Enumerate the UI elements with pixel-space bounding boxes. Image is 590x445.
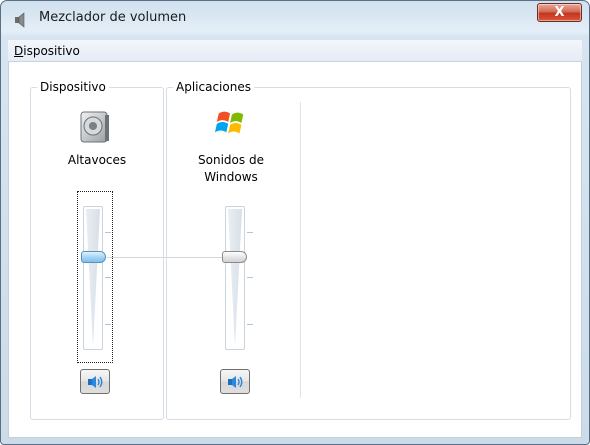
device-name-label: Altavoces [67,153,127,167]
device-volume-track[interactable] [83,206,103,350]
speaker-volume-icon [88,376,103,388]
windows-logo-icon [214,111,244,134]
speaker-icon [15,12,25,28]
app-name-label: Sonidos de Windows [198,153,264,184]
device-volume-thumb[interactable] [81,251,106,263]
window-title: Mezclador de volumen [39,10,187,25]
app-mute-button[interactable] [220,369,250,394]
app-column-separator [300,102,301,398]
app-volume-track[interactable] [225,206,245,350]
speaker-device-icon [80,111,109,143]
menu-bar: Dispositivo [8,40,582,62]
speaker-volume-icon [228,376,243,388]
app-volume-thumb[interactable] [222,251,247,263]
menu-item-dispositivo[interactable]: Dispositivo [14,44,80,58]
applications-group-title: Aplicaciones [173,80,254,94]
close-button[interactable]: X [537,3,582,22]
title-bar[interactable]: Mezclador de volumen X [1,1,589,37]
device-group-title: Dispositivo [37,80,109,94]
volume-mixer-window: Mezclador de volumen X Dispositivo Dispo… [0,0,590,445]
device-mute-button[interactable] [80,369,110,394]
mixer-content: Dispositivo Altavoces Aplicaciones Sonid… [8,62,582,438]
